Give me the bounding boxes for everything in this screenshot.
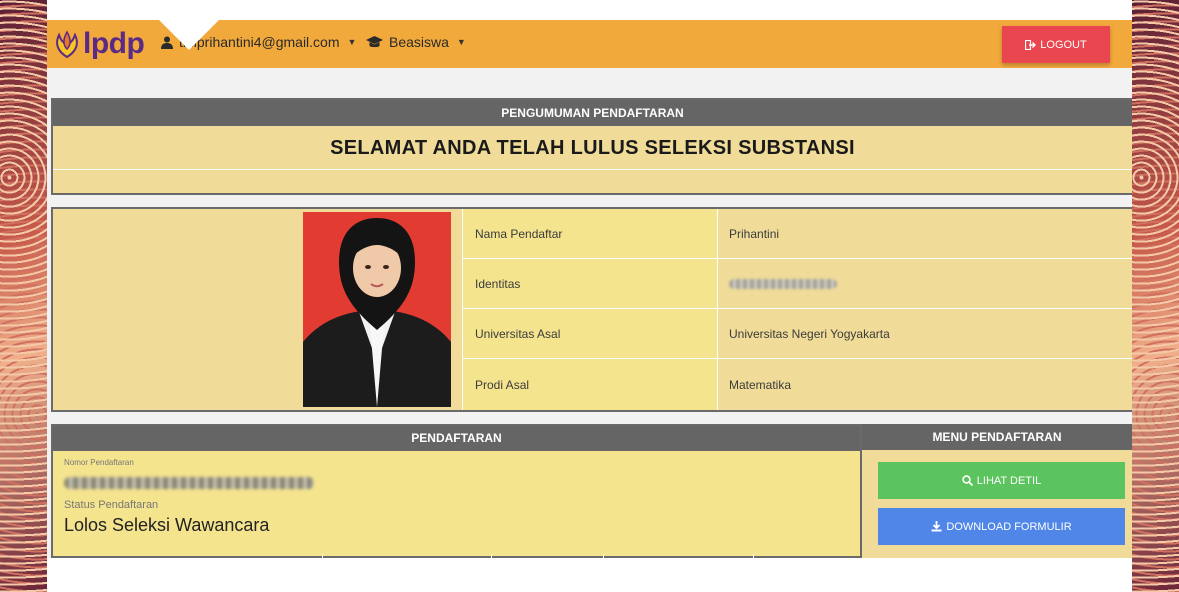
chevron-down-icon: ▼ — [347, 37, 357, 47]
info-value: Universitas Negeri Yogyakarta — [718, 309, 1132, 358]
announcement-panel: PENGUMUMAN PENDAFTARAN SELAMAT ANDA TELA… — [51, 98, 1132, 195]
registration-header: PENDAFTARAN — [53, 426, 860, 451]
info-value — [718, 259, 1132, 308]
applicant-photo — [303, 212, 451, 407]
info-value: Matematika — [718, 359, 1132, 410]
announcement-header: PENGUMUMAN PENDAFTARAN — [53, 100, 1132, 126]
info-row-identity: Identitas — [462, 259, 1132, 309]
profile-panel: Nama Pendaftar Prihantini Identitas Univ… — [51, 207, 1132, 412]
navbar-notch — [159, 20, 219, 50]
info-row-name: Nama Pendaftar Prihantini — [462, 209, 1132, 259]
download-icon — [931, 521, 942, 532]
download-form-button[interactable]: DOWNLOAD FORMULIR — [878, 508, 1125, 545]
info-label: Prodi Asal — [462, 359, 718, 410]
info-value: Prihantini — [718, 209, 1132, 258]
registration-menu-panel: MENU PENDAFTARAN LIHAT DETIL DOWNLOAD FO… — [862, 424, 1132, 558]
registration-status-value: Lolos Seleksi Wawancara — [64, 515, 270, 535]
download-form-label: DOWNLOAD FORMULIR — [946, 520, 1072, 533]
registration-body: Nomor Pendaftaran Status Pendaftaran Lol… — [53, 451, 860, 558]
info-label: Nama Pendaftar — [462, 209, 718, 258]
info-row-university: Universitas Asal Universitas Negeri Yogy… — [462, 309, 1132, 359]
lpdp-logo[interactable]: lpdp — [53, 24, 145, 64]
background-decoration-right — [1132, 0, 1179, 592]
top-strip — [47, 0, 1132, 20]
page-bottom — [47, 558, 1132, 592]
announcement-title: SELAMAT ANDA TELAH LULUS SELEKSI SUBSTAN… — [53, 126, 1132, 170]
redacted-registration-number — [64, 477, 314, 489]
redacted-identity — [729, 278, 837, 289]
info-label: Identitas — [462, 259, 718, 308]
logout-button[interactable]: LOGOUT — [1002, 26, 1110, 63]
search-icon — [962, 475, 973, 486]
logo-text: lpdp — [83, 27, 145, 60]
menu-header: MENU PENDAFTARAN — [862, 424, 1132, 450]
view-detail-button[interactable]: LIHAT DETIL — [878, 462, 1125, 499]
view-detail-label: LIHAT DETIL — [976, 474, 1042, 487]
sign-out-icon — [1025, 39, 1037, 50]
beasiswa-menu[interactable]: Beasiswa ▼ — [366, 34, 466, 50]
chevron-down-icon: ▼ — [456, 37, 466, 47]
beasiswa-label: Beasiswa — [389, 34, 449, 50]
graduation-cap-icon — [366, 36, 383, 48]
page-container: lpdp tiniprihantini4@gmail.com ▼ Beasisw… — [47, 0, 1132, 592]
applicant-portrait-illustration — [303, 212, 451, 407]
info-row-program: Prodi Asal Matematika — [462, 359, 1132, 410]
registration-status-label: Status Pendaftaran — [64, 499, 159, 511]
registration-number-label: Nomor Pendaftaran — [64, 458, 134, 467]
lpdp-flame-icon — [56, 30, 78, 59]
registration-panel: PENDAFTARAN Nomor Pendaftaran Status Pen… — [51, 424, 862, 558]
logout-label: LOGOUT — [1040, 38, 1087, 51]
applicant-info-table: Nama Pendaftar Prihantini Identitas Univ… — [462, 209, 1132, 410]
background-decoration-left — [0, 0, 47, 592]
info-label: Universitas Asal — [462, 309, 718, 358]
